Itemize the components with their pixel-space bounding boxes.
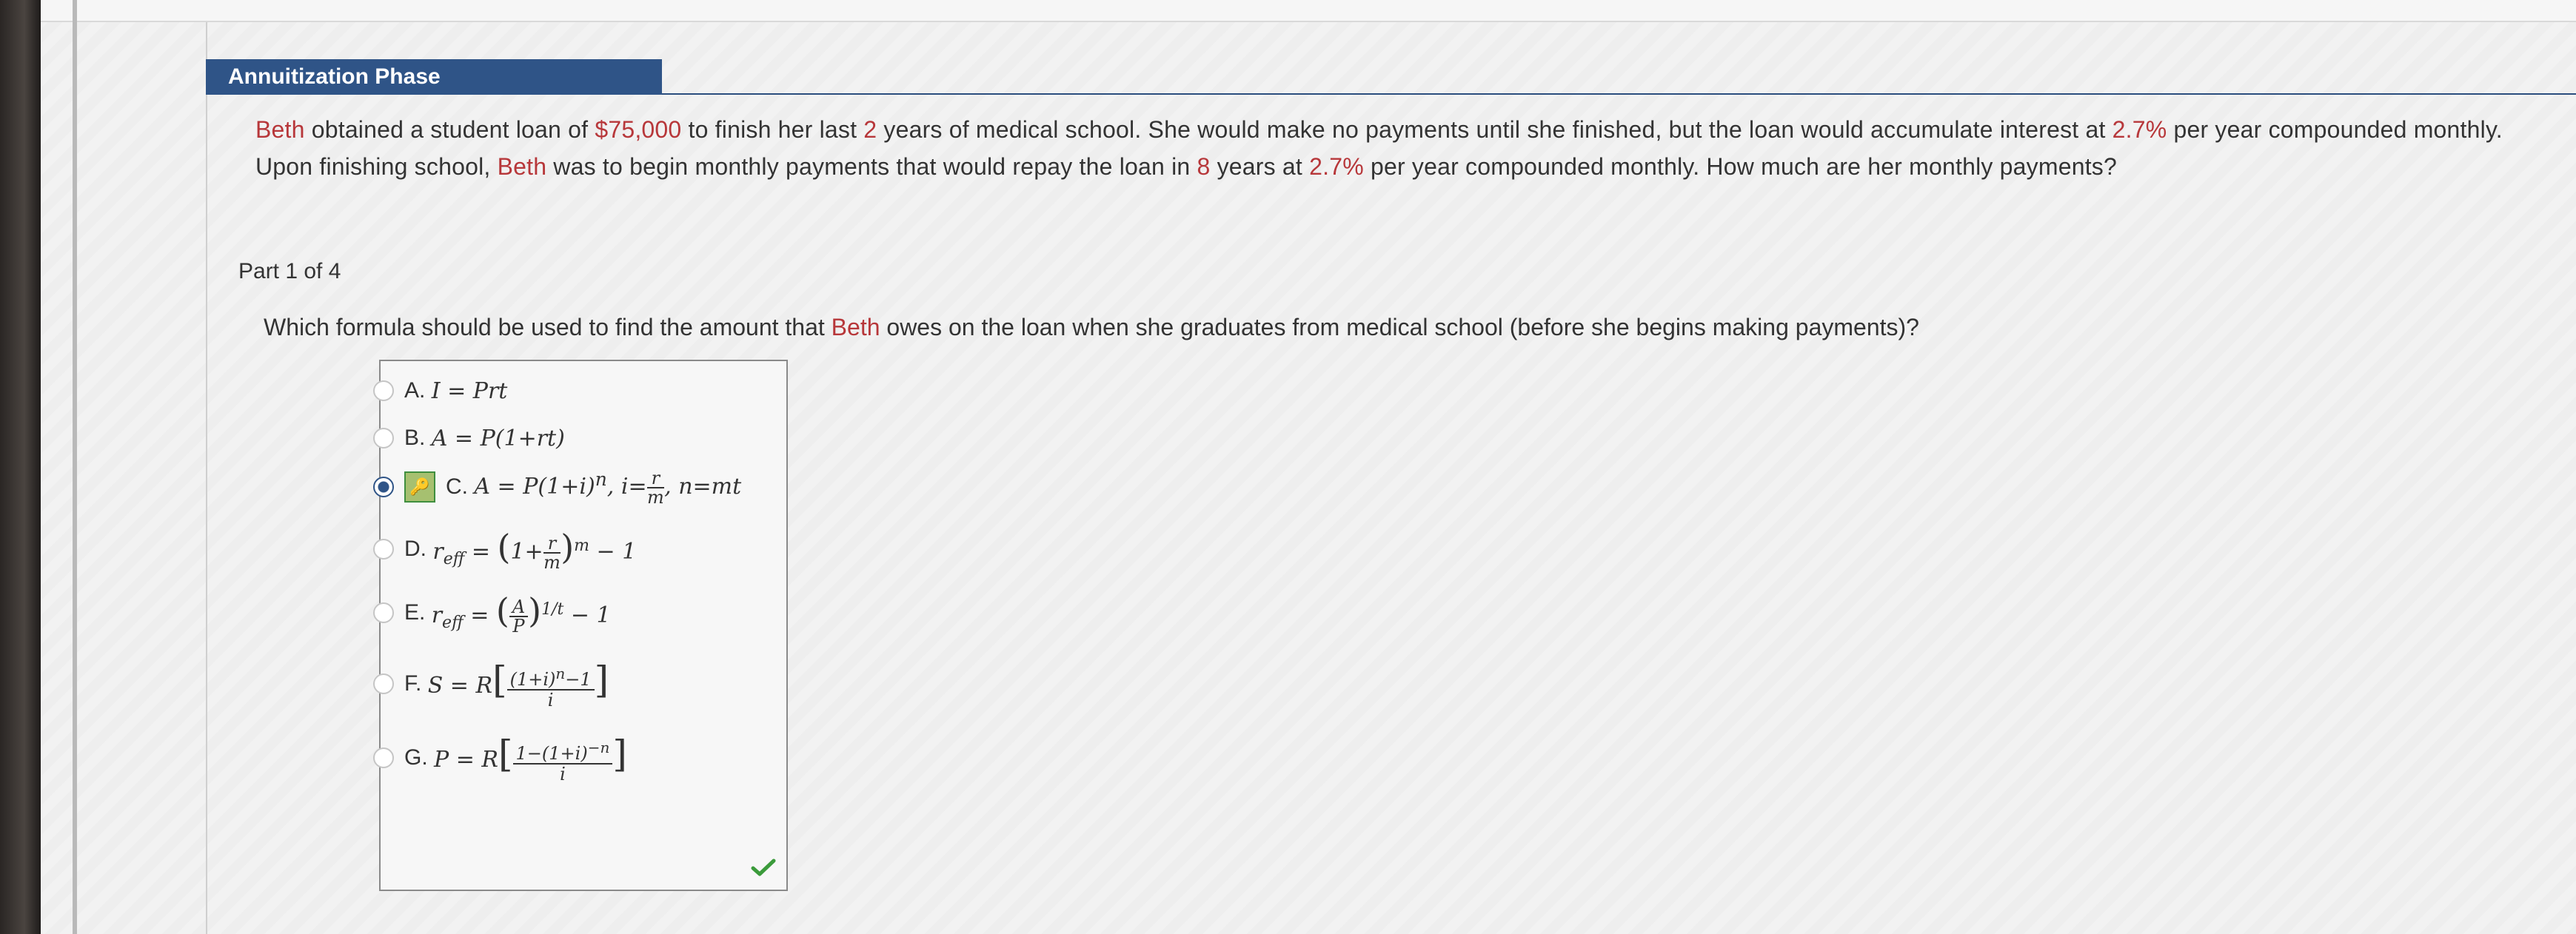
radio-d[interactable] <box>373 539 394 560</box>
left-margin-rule <box>73 0 77 934</box>
choice-c[interactable]: 🔑 C. A = P(1+i)n, i= r m, n=mt <box>373 465 789 509</box>
formula-e: reff = (A P)1/t − 1 <box>431 591 611 636</box>
choice-d[interactable]: D. reff = (1+ r m)m − 1 <box>373 527 789 573</box>
radio-g[interactable] <box>373 747 394 768</box>
radio-e[interactable] <box>373 602 394 623</box>
interest-rate: 2.7% <box>1309 153 1364 180</box>
key-icon[interactable]: 🔑 <box>404 471 435 503</box>
formula-f: S = R[(1+i)n−1 i] <box>427 658 609 710</box>
interest-rate: 2.7% <box>2112 116 2167 143</box>
problem-statement: Beth obtained a student loan of $75,000 … <box>255 111 2551 185</box>
formula-c: A = P(1+i)n, i= r m, n=mt <box>474 467 742 508</box>
choice-f[interactable]: F. S = R[(1+i)n−1 i] <box>373 659 789 710</box>
problem-text: to finish her last <box>681 116 864 143</box>
radio-b[interactable] <box>373 428 394 448</box>
problem-text: obtained a student loan of <box>304 116 595 143</box>
radio-f[interactable] <box>373 673 394 694</box>
years-school: 2 <box>863 116 877 143</box>
choice-a[interactable]: A. I = Prt <box>373 369 789 413</box>
part-label: Part 1 of 4 <box>238 259 341 283</box>
formula-b: A = P(1+rt) <box>431 425 565 451</box>
name-beth: Beth <box>255 116 305 143</box>
top-strip <box>41 0 2576 22</box>
choice-e[interactable]: E. reff = (A P)1/t − 1 <box>373 591 789 636</box>
phase-title: Annuitization Phase <box>206 59 662 95</box>
loan-amount: $75,000 <box>595 116 682 143</box>
device-bezel <box>0 0 41 934</box>
formula-d: reff = (1+ r m)m − 1 <box>432 527 637 573</box>
problem-text: years at <box>1210 153 1310 180</box>
radio-a[interactable] <box>373 380 394 401</box>
formula-a: I = Prt <box>431 377 508 404</box>
formula-g: P = R[1−(1+i)−n i] <box>434 732 627 785</box>
answer-choices: A. I = Prt B. A = P(1+rt) 🔑 C. A = P(1+i… <box>373 360 789 891</box>
question-text: Which formula should be used to find the… <box>264 314 1919 340</box>
name-beth: Beth <box>831 314 880 340</box>
name-beth: Beth <box>497 153 547 180</box>
phase-header: Annuitization Phase <box>206 59 2576 95</box>
problem-text: was to begin monthly payments that would… <box>546 153 1197 180</box>
repay-years: 8 <box>1197 153 1211 180</box>
choice-b[interactable]: B. A = P(1+rt) <box>373 416 789 460</box>
choice-g[interactable]: G. P = R[1−(1+i)−n i] <box>373 733 789 784</box>
problem-text: years of medical school. She would make … <box>877 116 2112 143</box>
problem-text: per year compounded monthly. How much ar… <box>1363 153 2118 180</box>
radio-c[interactable] <box>373 477 394 497</box>
check-icon <box>751 859 776 876</box>
